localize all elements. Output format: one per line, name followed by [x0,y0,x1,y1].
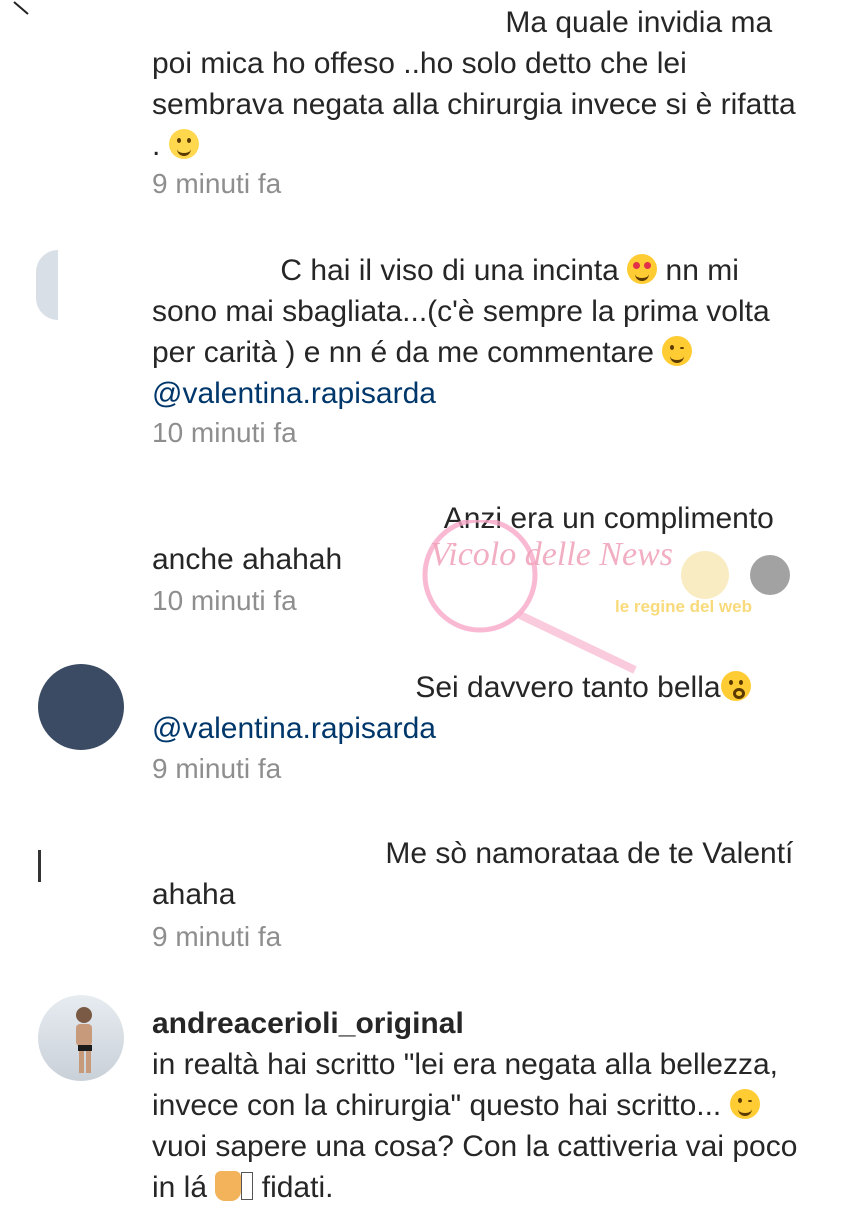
comment-text: Sei davvero tanto bella [415,671,721,704]
missing-glyph-icon [241,1172,254,1200]
person-avatar-icon [76,1007,92,1073]
torn-corner-mark [13,1,29,15]
comment-text: in realtà hai scritto "lei era negata al… [152,1048,779,1122]
hidden-username: xxxxxxxxxxxxxxxxxxx [152,498,437,539]
mention-link[interactable]: @valentina.rapisarda [152,712,436,745]
comment-1: xxxxxxxxxxxxxxxxxxxxxxx Ma quale invidia… [152,2,812,166]
laughing-emoji-icon [168,129,199,159]
avatar[interactable] [38,850,51,882]
comment-4: xxxxxxxxxxxxxxxxx Sei davvero tanto bell… [152,667,812,749]
mention-link[interactable]: @valentina.rapisarda [152,377,436,410]
heart-eyes-emoji-icon [627,254,658,284]
avatar[interactable] [36,250,58,320]
kiss-emoji-icon [720,671,751,701]
comment-text-end: fidati. [261,1171,334,1204]
comment-3: xxxxxxxxxxxxxxxxxxx Anzi era un complime… [152,498,812,580]
comment-timestamp: 9 minuti fa [152,921,282,952]
comment-timestamp: 10 minuti fa [152,585,297,616]
comment-5: xxxxxxxxxxxxxxx Me sò namorataa de te Va… [152,833,812,915]
thumbs-up-emoji-icon [215,1171,242,1201]
avatar[interactable] [38,995,124,1081]
watermark-right-text: le regine del web [615,597,752,616]
avatar[interactable] [38,664,124,750]
comment-timestamp: 9 minuti fa [152,753,282,784]
comment-2: xxxxxxxx C hai il viso di una incinta nn… [152,250,812,414]
comment-6: andreacerioli_original in realtà hai scr… [152,1003,812,1208]
winking-emoji-icon [729,1089,760,1119]
hidden-username: xxxxxxxxxxxxxxx [152,833,377,874]
comment-text: C hai il viso di una incinta [280,254,619,287]
comment-timestamp: 10 minuti fa [152,417,297,448]
hidden-username: xxxxxxxxxxxxxxxxxxxxxxx [152,2,497,43]
comment-timestamp: 9 minuti fa [152,168,282,199]
hidden-username: xxxxxxxx [152,250,272,291]
username-link[interactable]: andreacerioli_original [152,1003,812,1044]
hidden-username: xxxxxxxxxxxxxxxxx [152,667,407,708]
winking-emoji-icon [662,336,693,366]
